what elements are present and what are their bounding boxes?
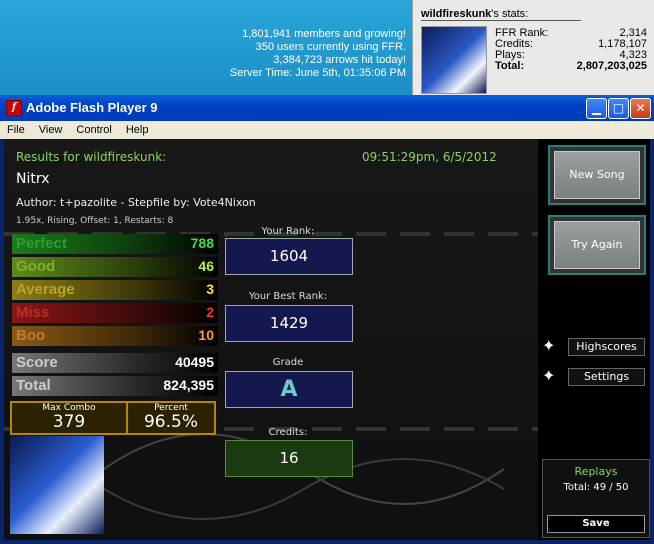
members-count: 1,801,941 members and growing!: [242, 28, 406, 40]
flash-logo-icon: f: [6, 100, 22, 116]
try-again-button[interactable]: Try Again: [548, 215, 646, 275]
window-title: Adobe Flash Player 9: [26, 100, 158, 115]
menu-view[interactable]: View: [32, 121, 70, 139]
judgement-good: Good 46: [12, 257, 218, 277]
close-button[interactable]: ✕: [630, 98, 651, 119]
author-line: Author: t+pazolite - Stepfile by: Vote4N…: [16, 196, 256, 209]
rank-label: Your Rank:: [261, 226, 315, 237]
menu-bar: File View Control Help: [0, 121, 654, 139]
users-online: 350 users currently using FFR.: [255, 41, 406, 53]
judgement-miss: Miss 2: [12, 303, 218, 323]
username[interactable]: wildfireskunk: [421, 8, 491, 20]
score-row: Score 40495: [12, 353, 218, 373]
result-datetime: 09:51:29pm, 6/5/2012: [362, 150, 497, 164]
server-time: Server Time: June 5th, 01:35:06 PM: [229, 67, 406, 79]
max-combo-box: Max Combo 379: [10, 401, 128, 435]
highscores-button[interactable]: ✦ Highscores: [542, 336, 646, 356]
site-header: 1,801,941 members and growing! 350 users…: [0, 0, 654, 95]
user-stats-title: wildfireskunk's stats:: [421, 8, 581, 21]
menu-help[interactable]: Help: [119, 121, 156, 139]
credits-label: Credits:: [268, 427, 308, 438]
judgement-boo: Boo 10: [12, 326, 218, 346]
percent-box: Percent 96.5%: [126, 401, 216, 435]
credits-value: 16: [225, 440, 353, 477]
flash-player-window: f Adobe Flash Player 9 ▁ □ ✕ File View Con…: [0, 95, 654, 544]
play-settings-line: 1.95x, Rising, Offset: 1, Restarts: 8: [16, 216, 174, 226]
replays-title: Replays: [574, 465, 618, 478]
results-header: Results for wildfireskunk:: [16, 150, 167, 164]
menu-file[interactable]: File: [0, 121, 32, 139]
user-avatar[interactable]: [421, 26, 487, 94]
new-song-label: New Song: [554, 151, 640, 199]
percent-value: 96.5%: [143, 412, 198, 432]
user-stats-panel: wildfireskunk's stats: FFR Rank: 2,314 Cr…: [412, 0, 654, 95]
judgement-average: Average 3: [12, 280, 218, 300]
dancer-icon: ✦: [542, 336, 556, 355]
grade-label: Grade: [272, 357, 304, 368]
new-song-button[interactable]: New Song: [548, 145, 646, 205]
best-rank-label: Your Best Rank:: [248, 291, 328, 302]
rank-value: 1604: [225, 238, 353, 275]
settings-label: Settings: [568, 368, 645, 386]
best-rank-value: 1429: [225, 305, 353, 342]
site-stats: 1,801,941 members and growing! 350 users…: [230, 28, 406, 80]
grade-value: A: [225, 371, 353, 408]
settings-button[interactable]: ✦ Settings: [542, 366, 646, 386]
save-replay-button[interactable]: Save: [547, 515, 645, 533]
arrows-today: 3,384,723 arrows hit today!: [273, 54, 406, 66]
replays-total: Total: 49 / 50: [563, 482, 629, 493]
try-again-label: Try Again: [554, 221, 640, 269]
max-combo-value: 379: [52, 412, 86, 432]
maximize-button[interactable]: □: [608, 98, 629, 119]
player-avatar: [10, 436, 104, 534]
replays-panel: Replays Total: 49 / 50 Save: [542, 459, 650, 538]
stat-total: Total: 2,807,203,025: [495, 60, 647, 72]
dancer-icon: ✦: [542, 366, 556, 385]
menu-control[interactable]: Control: [69, 121, 118, 139]
title-bar[interactable]: f Adobe Flash Player 9 ▁ □ ✕: [0, 95, 654, 121]
song-title: Nitrx: [16, 171, 50, 187]
judgement-perfect: Perfect 788: [12, 234, 218, 254]
total-row: Total 824,395: [12, 376, 218, 396]
game-results-screen: Results for wildfireskunk: 09:51:29pm, 6…: [4, 139, 650, 540]
minimize-button[interactable]: ▁: [586, 98, 607, 119]
highscores-label: Highscores: [568, 338, 645, 356]
user-stats-list: FFR Rank: 2,314 Credits: 1,178,107 Plays: 4…: [495, 28, 647, 72]
